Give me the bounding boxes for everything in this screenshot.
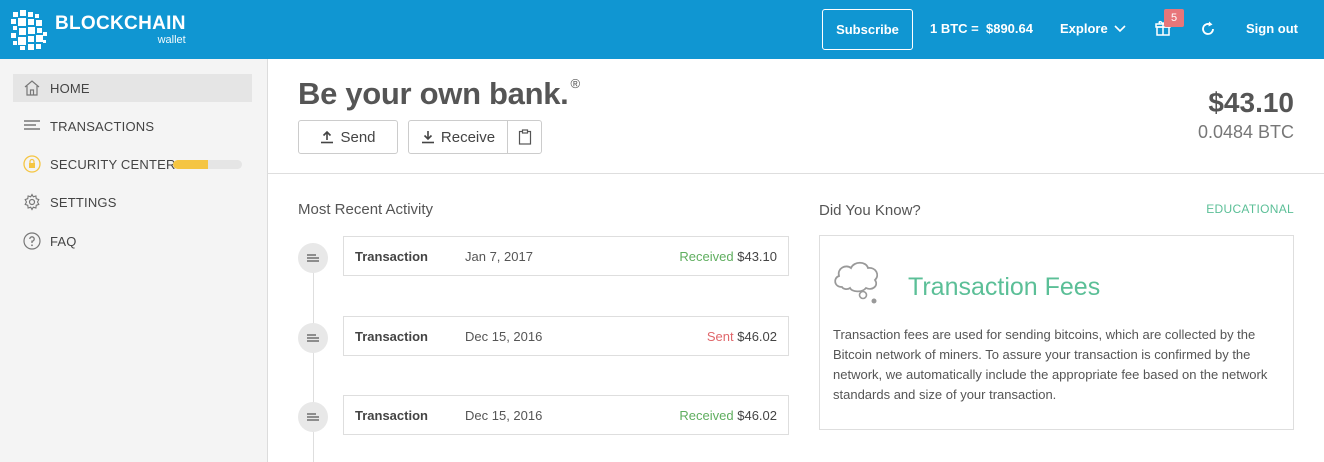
- transaction-date: Dec 15, 2016: [465, 329, 543, 344]
- page-title: Be your own bank. ®: [298, 76, 580, 112]
- did-you-know-card: Transaction Fees Transaction fees are us…: [819, 235, 1294, 430]
- transaction-icon: [298, 243, 328, 273]
- receive-label: Receive: [440, 128, 496, 146]
- transaction-date: Jan 7, 2017: [465, 249, 533, 264]
- list-item[interactable]: Transaction Dec 15, 2016 Sent $46.02: [343, 316, 789, 356]
- wallet-summary: Be your own bank. ® Send Receive $43.10 0…: [268, 59, 1324, 174]
- sidebar-item-home[interactable]: HOME: [13, 74, 252, 102]
- home-icon: [24, 80, 40, 96]
- sign-out-link[interactable]: Sign out: [1246, 21, 1298, 36]
- transaction-type: Transaction: [355, 249, 428, 264]
- receive-button[interactable]: Receive: [408, 120, 508, 154]
- transaction-icon: [298, 402, 328, 432]
- sidebar-item-label: SETTINGS: [50, 194, 117, 210]
- sidebar-item-label: FAQ: [50, 233, 77, 249]
- list-item[interactable]: Transaction Jan 7, 2017 Received $43.10: [343, 236, 789, 276]
- send-button[interactable]: Send: [298, 120, 398, 154]
- security-progress-fill: [173, 160, 208, 169]
- sidebar-item-settings[interactable]: SETTINGS: [13, 188, 252, 216]
- did-you-know-title: Did You Know?: [819, 202, 921, 219]
- list-icon: [307, 334, 319, 342]
- transaction-value: $43.10: [737, 249, 777, 264]
- list-item[interactable]: Transaction Dec 15, 2016 Received $46.02: [343, 395, 789, 435]
- question-icon: [23, 232, 41, 250]
- upload-icon: [321, 130, 334, 144]
- transaction-amount: Received $46.02: [679, 408, 777, 423]
- send-label: Send: [340, 128, 376, 146]
- activity-title: Most Recent Activity: [298, 201, 434, 218]
- transaction-status: Sent: [706, 329, 734, 344]
- thought-bubble-icon: [834, 261, 879, 304]
- educational-tag: EDUCATIONAL: [1206, 202, 1294, 216]
- card-description: Transaction fees are used for sending bi…: [833, 327, 1268, 402]
- sidebar-item-faq[interactable]: FAQ: [13, 227, 252, 255]
- transaction-type: Transaction: [355, 329, 428, 344]
- balance-btc: 0.0484 BTC: [1197, 122, 1294, 142]
- logo-wordmark: BLOCKCHAIN: [55, 13, 186, 34]
- logo-subtitle: wallet: [157, 34, 186, 46]
- registered-mark: ®: [570, 76, 581, 91]
- blockchain-logo[interactable]: BLOCKCHAIN wallet: [11, 10, 186, 50]
- chevron-down-icon: [1114, 24, 1126, 32]
- sidebar-item-label: TRANSACTIONS: [50, 118, 155, 134]
- transaction-amount: Received $43.10: [679, 249, 777, 264]
- download-icon: [421, 131, 434, 144]
- sidebar-item-label: HOME: [50, 80, 90, 96]
- copy-address-button[interactable]: [507, 120, 542, 154]
- transaction-amount: Sent $46.02: [707, 329, 777, 344]
- list-icon: [307, 413, 319, 421]
- sidebar-item-label: SECURITY CENTER: [50, 156, 176, 172]
- tagline-text: Be your own bank.: [298, 76, 569, 111]
- transaction-value: $46.02: [737, 329, 777, 344]
- sidebar-item-transactions[interactable]: TRANSACTIONS: [13, 112, 252, 140]
- list-icon: [24, 120, 40, 130]
- btc-exchange-rate: 1 BTC = $890.64: [930, 21, 1033, 36]
- transaction-value: $46.02: [737, 408, 777, 423]
- notification-badge: 5: [1164, 9, 1184, 27]
- explore-menu[interactable]: Explore: [1060, 21, 1126, 36]
- list-icon: [307, 254, 319, 262]
- blockchain-logo-icon: [11, 10, 47, 50]
- transaction-icon: [298, 323, 328, 353]
- refresh-icon[interactable]: [1200, 21, 1216, 37]
- explore-label: Explore: [1060, 21, 1108, 36]
- subscribe-button[interactable]: Subscribe: [822, 9, 913, 50]
- transaction-type: Transaction: [355, 408, 428, 423]
- card-title: Transaction Fees: [908, 273, 1101, 301]
- transaction-status: Received: [679, 249, 734, 264]
- sidebar: HOME TRANSACTIONS SECURITY CENTER SETTIN…: [0, 59, 268, 462]
- transaction-status: Received: [679, 408, 734, 423]
- clipboard-icon: [518, 129, 531, 145]
- lock-icon: [23, 155, 41, 173]
- balance-usd[interactable]: $43.10: [1208, 87, 1294, 119]
- transaction-date: Dec 15, 2016: [465, 408, 543, 423]
- security-progress-bar: [173, 160, 242, 169]
- top-bar: BLOCKCHAIN wallet Subscribe 1 BTC = $890…: [0, 0, 1324, 59]
- gear-icon: [24, 193, 40, 211]
